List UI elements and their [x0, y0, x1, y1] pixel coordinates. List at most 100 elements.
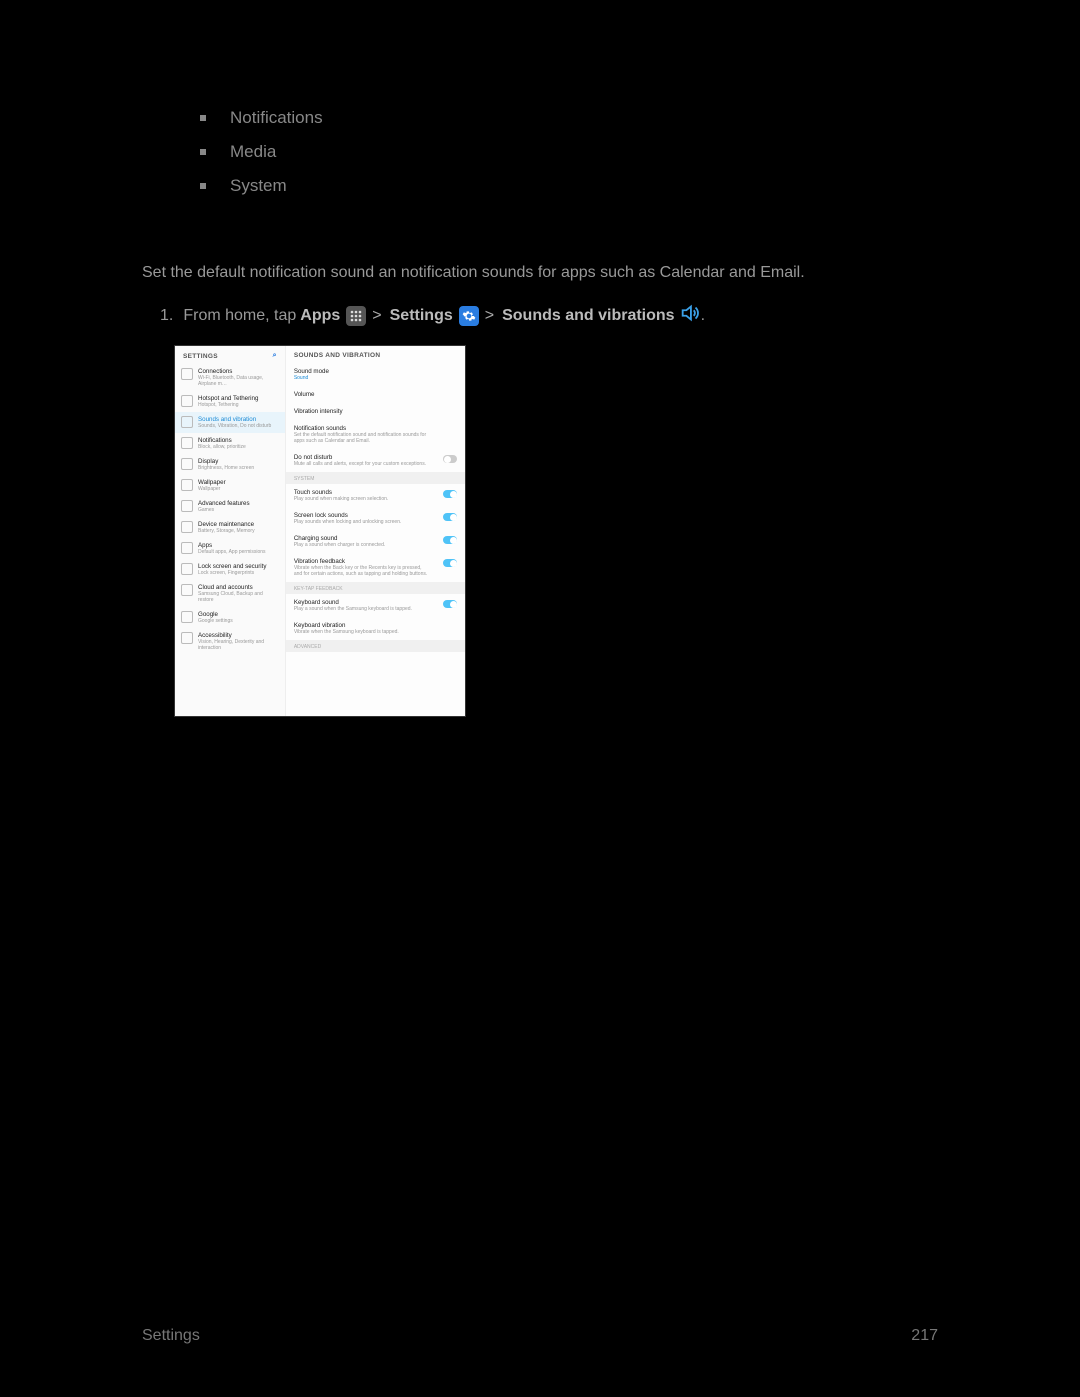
setting-subtitle: Vibrate when the Samsung keyboard is tap… [294, 629, 399, 635]
setting-item[interactable]: Charging soundPlay a sound when charger … [286, 530, 465, 553]
setting-subtitle: Vibrate when the Back key or the Recents… [294, 565, 428, 577]
setting-title: Charging sound [294, 535, 385, 542]
list-item-icon [181, 632, 193, 644]
settings-list-item[interactable]: Advanced featuresGames [175, 496, 285, 517]
settings-list-item[interactable]: AppsDefault apps, App permissions [175, 538, 285, 559]
apps-label: Apps [300, 307, 340, 325]
list-item-icon [181, 368, 193, 380]
bullet-item: Notifications [200, 108, 323, 128]
toggle-switch[interactable] [443, 490, 457, 498]
setting-title: Do not disturb [294, 454, 426, 461]
list-item-icon [181, 611, 193, 623]
detail-pane: SOUNDS AND VIBRATION Sound modeSound Volu… [286, 346, 465, 716]
settings-label: Settings [390, 307, 453, 325]
list-item-icon [181, 500, 193, 512]
step-number: 1. [160, 307, 173, 325]
settings-gear-icon [459, 306, 479, 326]
setting-title: Keyboard sound [294, 599, 412, 606]
list-item-subtitle: Battery, Storage, Memory [198, 528, 255, 534]
page-number: 217 [911, 1327, 938, 1345]
settings-list-item[interactable]: NotificationsBlock, allow, prioritize [175, 433, 285, 454]
setting-title: Screen lock sounds [294, 512, 402, 519]
setting-item[interactable]: Keyboard vibrationVibrate when the Samsu… [286, 617, 465, 640]
bullet-icon [200, 115, 206, 121]
setting-title: Volume [294, 391, 315, 398]
settings-list-pane: SETTINGS ⌕ ConnectionsWi-Fi, Bluetooth, … [175, 346, 286, 716]
list-item-title: Connections [198, 368, 279, 375]
setting-item[interactable]: Volume [286, 386, 465, 403]
apps-icon [346, 306, 366, 326]
list-item-subtitle: Google settings [198, 618, 233, 624]
separator: > [485, 307, 494, 325]
bullet-item: Media [200, 142, 323, 162]
settings-header-title: SETTINGS [183, 353, 218, 360]
list-item-subtitle: Vision, Hearing, Dexterity and interacti… [198, 639, 279, 651]
separator: > [372, 307, 381, 325]
settings-header: SETTINGS ⌕ [175, 346, 285, 364]
setting-item[interactable]: Screen lock soundsPlay sounds when locki… [286, 507, 465, 530]
list-item-subtitle: Samsung Cloud, Backup and restore [198, 591, 279, 603]
list-item-title: Google [198, 611, 233, 618]
toggle-switch[interactable] [443, 513, 457, 521]
setting-item[interactable]: Do not disturbMute all calls and alerts,… [286, 449, 465, 472]
settings-list-item[interactable]: Device maintenanceBattery, Storage, Memo… [175, 517, 285, 538]
list-item-title: Lock screen and security [198, 563, 266, 570]
setting-subtitle: Set the default notification sound and n… [294, 432, 428, 444]
list-item-icon [181, 563, 193, 575]
setting-item[interactable]: Vibration intensity [286, 403, 465, 420]
settings-list-item[interactable]: DisplayBrightness, Home screen [175, 454, 285, 475]
list-item-title: Device maintenance [198, 521, 255, 528]
setting-title: Keyboard vibration [294, 622, 399, 629]
settings-list-item[interactable]: WallpaperWallpaper [175, 475, 285, 496]
list-item-icon [181, 416, 193, 428]
list-item-title: Hotspot and Tethering [198, 395, 258, 402]
list-item-title: Notifications [198, 437, 246, 444]
toggle-switch[interactable] [443, 536, 457, 544]
setting-item[interactable]: Sound modeSound [286, 363, 465, 386]
setting-item[interactable]: Keyboard soundPlay a sound when the Sams… [286, 594, 465, 617]
settings-list-item[interactable]: AccessibilityVision, Hearing, Dexterity … [175, 628, 285, 655]
bullet-icon [200, 149, 206, 155]
settings-screenshot: SETTINGS ⌕ ConnectionsWi-Fi, Bluetooth, … [174, 345, 466, 717]
list-item-title: Accessibility [198, 632, 279, 639]
setting-subtitle: Mute all calls and alerts, except for yo… [294, 461, 426, 467]
step-1: 1. From home, tap Apps > Settings > Soun… [160, 302, 705, 329]
list-item-subtitle: Games [198, 507, 250, 513]
toggle-switch[interactable] [443, 559, 457, 567]
footer-section: Settings [142, 1327, 200, 1345]
speaker-icon [679, 302, 701, 329]
list-item-subtitle: Wallpaper [198, 486, 226, 492]
list-item-title: Cloud and accounts [198, 584, 279, 591]
list-item-title: Advanced features [198, 500, 250, 507]
setting-title: Vibration intensity [294, 408, 343, 415]
setting-subtitle: Play a sound when charger is connected. [294, 542, 385, 548]
list-item-subtitle: Sounds, Vibration, Do not disturb [198, 423, 271, 429]
list-item-subtitle: Wi-Fi, Bluetooth, Data usage, Airplane m… [198, 375, 279, 387]
setting-item[interactable]: Vibration feedbackVibrate when the Back … [286, 553, 465, 582]
list-item-icon [181, 458, 193, 470]
settings-list-item[interactable]: ConnectionsWi-Fi, Bluetooth, Data usage,… [175, 364, 285, 391]
list-item-icon [181, 437, 193, 449]
settings-list-item[interactable]: Lock screen and securityLock screen, Fin… [175, 559, 285, 580]
list-item-title: Apps [198, 542, 266, 549]
bullet-text: System [230, 176, 287, 196]
setting-subtitle: Play sound when making screen selection. [294, 496, 389, 502]
list-item-title: Sounds and vibration [198, 416, 271, 423]
settings-list-item[interactable]: GoogleGoogle settings [175, 607, 285, 628]
settings-list-item[interactable]: Hotspot and TetheringHotspot, Tethering [175, 391, 285, 412]
list-item-icon [181, 542, 193, 554]
search-icon[interactable]: ⌕ [273, 352, 277, 360]
settings-list-item[interactable]: Sounds and vibrationSounds, Vibration, D… [175, 412, 285, 433]
bullet-text: Notifications [230, 108, 323, 128]
settings-list-item[interactable]: Cloud and accountsSamsung Cloud, Backup … [175, 580, 285, 607]
setting-title: Vibration feedback [294, 558, 428, 565]
toggle-switch[interactable] [443, 455, 457, 463]
bullet-item: System [200, 176, 323, 196]
setting-item[interactable]: Notification soundsSet the default notif… [286, 420, 465, 449]
setting-item[interactable]: Touch soundsPlay sound when making scree… [286, 484, 465, 507]
sounds-label: Sounds and vibrations [502, 307, 674, 325]
detail-header: SOUNDS AND VIBRATION [286, 346, 465, 363]
list-item-icon [181, 584, 193, 596]
bullet-text: Media [230, 142, 276, 162]
toggle-switch[interactable] [443, 600, 457, 608]
